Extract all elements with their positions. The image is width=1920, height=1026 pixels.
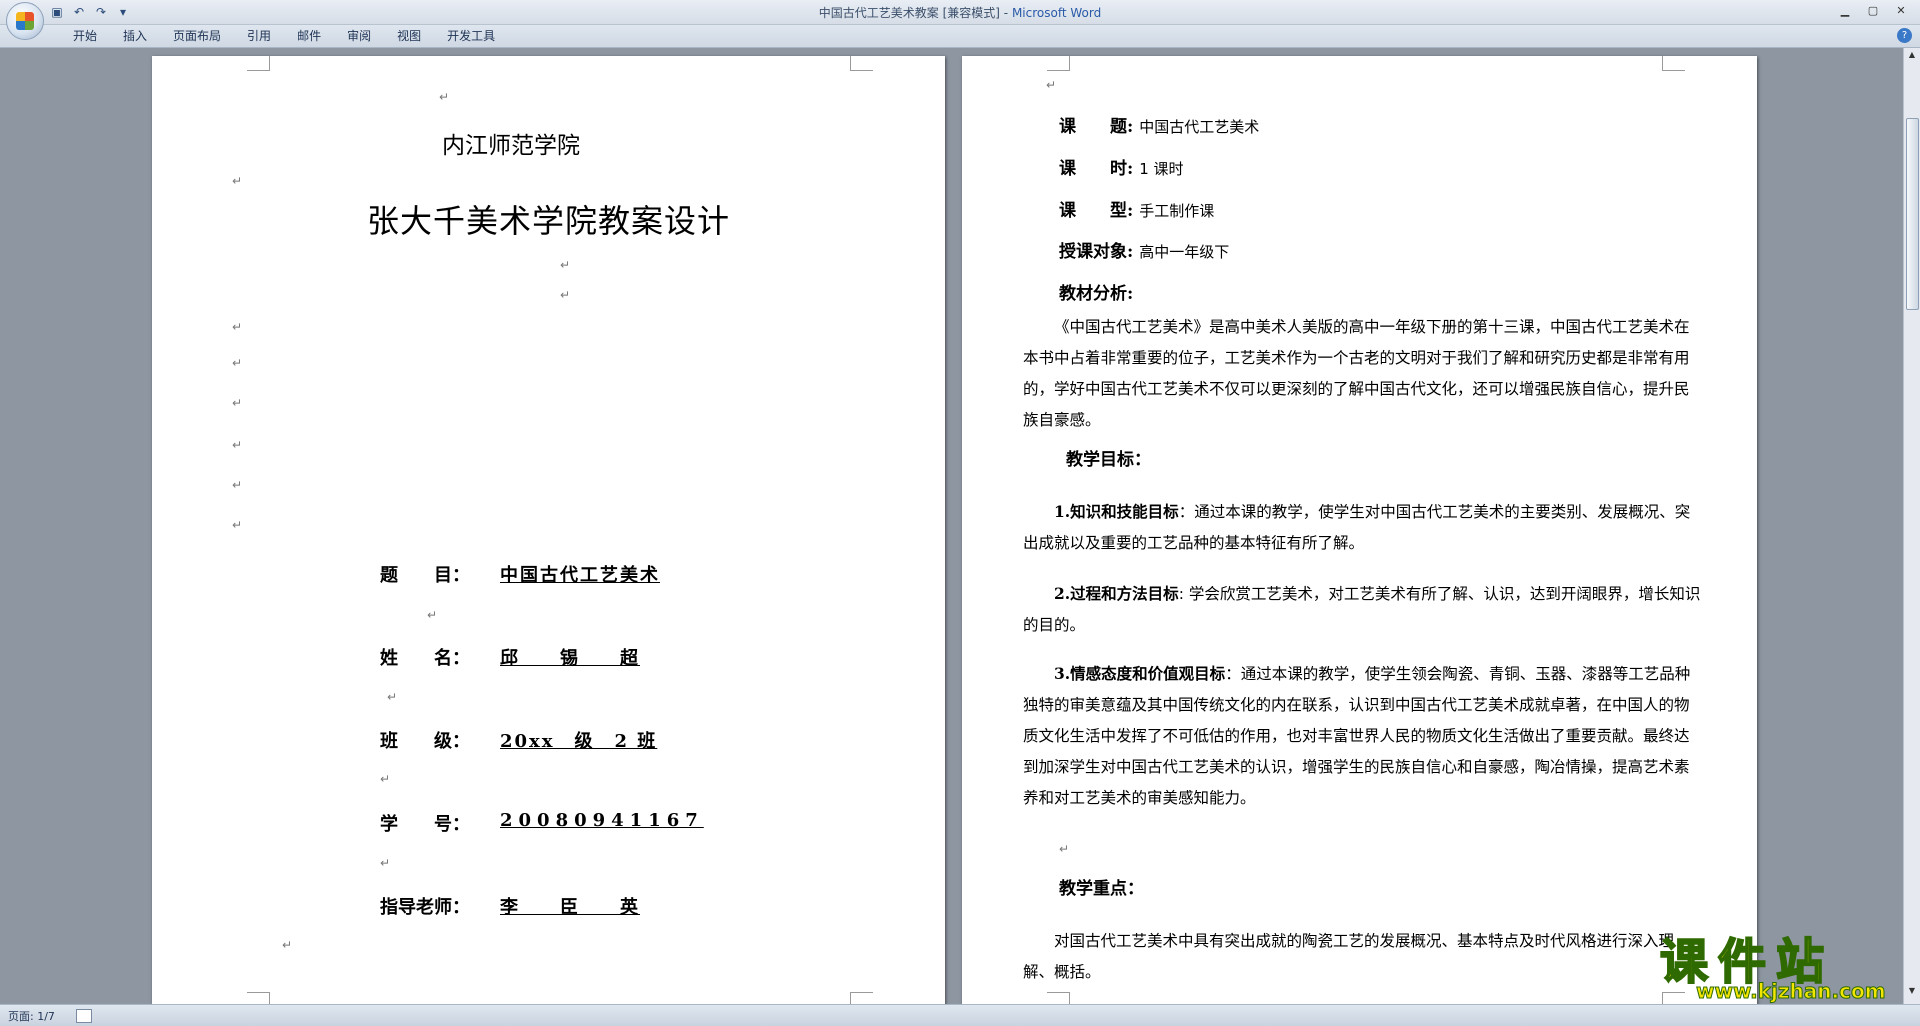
document-title: 张大千美术学院教案设计 (367, 202, 731, 240)
watermark-url: www.kjzhan.com (1696, 979, 1887, 1004)
tab-insert[interactable]: 插入 (110, 28, 160, 45)
vertical-scrollbar[interactable]: ▲ ▼ (1903, 48, 1920, 1004)
goal-2-label: 2.过程和方法目标 (1054, 584, 1179, 603)
scroll-up-icon[interactable]: ▲ (1906, 50, 1918, 64)
field-label-class: 班 级： (380, 731, 470, 752)
crop-mark (850, 992, 873, 1004)
proofing-icon[interactable] (76, 1009, 92, 1023)
paragraph-mark: ↵ (387, 690, 398, 704)
field-label-student-id: 学 号： (380, 814, 470, 835)
tab-review[interactable]: 审阅 (334, 28, 384, 45)
goal-3-text: ：通过本课的教学，使学生领会陶瓷、青铜、玉器、漆器等工艺品种独特的审美意蕴及其中… (1023, 665, 1691, 807)
paragraph-mark: ↵ (380, 772, 391, 786)
paragraph-mark: ↵ (232, 396, 243, 410)
paragraph-mark: ↵ (232, 518, 243, 532)
paragraph-mark: ↵ (439, 90, 450, 104)
tab-mailings[interactable]: 邮件 (284, 28, 334, 45)
status-bar: 页面: 1/7 (0, 1004, 1920, 1026)
paragraph-mark: ↵ (232, 356, 243, 370)
school-name: 内江师范学院 (442, 133, 580, 159)
focus-paragraph: 对国古代工艺美术中具有突出成就的陶瓷工艺的发展概况、基本特点及时代风格进行深入理… (1023, 932, 1675, 981)
page-1[interactable]: ↵ 内江师范学院 ↵ 张大千美术学院教案设计 ↵ ↵ ↵ ↵ ↵ ↵ ↵ ↵ 题… (152, 56, 945, 1004)
analysis-paragraph: 《中国古代工艺美术》是高中美术人美版的高中一年级下册的第十三课，中国古代工艺美术… (1023, 318, 1690, 429)
goals-heading: 教学目标： (1066, 450, 1151, 470)
maximize-icon[interactable]: ▢ (1860, 1, 1886, 19)
window-title: 中国古代工艺美术教案 [兼容模式] - Microsoft Word (0, 4, 1920, 21)
goal-2-paragraph: 2.过程和方法目标: 学会欣赏工艺美术，对工艺美术有所了解、认识，达到开阔眼界，… (1023, 578, 1703, 641)
tab-references[interactable]: 引用 (234, 28, 284, 45)
ribbon-tabs: 开始 插入 页面布局 引用 邮件 审阅 视图 开发工具 (60, 28, 508, 45)
paragraph-mark: ↵ (560, 288, 571, 302)
course-hours-value: 1 课时 (1139, 160, 1184, 178)
course-type-row: 课 型: 手工制作课 (1059, 196, 1214, 221)
paragraph-mark: ↵ (232, 478, 243, 492)
office-button[interactable] (6, 2, 44, 40)
office-logo-icon (16, 12, 34, 30)
course-type-value: 手工制作课 (1139, 202, 1215, 220)
field-value-class: 20xx 级 2 班 (500, 731, 658, 752)
crop-mark (247, 56, 270, 71)
minimize-icon[interactable]: ▁ (1832, 1, 1858, 19)
field-value-title: 中国古代工艺美术 (500, 565, 660, 586)
course-hours-label: 课 时: (1059, 159, 1134, 179)
paragraph-mark: ↵ (232, 438, 243, 452)
course-title-value: 中国古代工艺美术 (1139, 118, 1260, 136)
field-label-name: 姓 名： (380, 648, 470, 669)
paragraph-mark: ↵ (1059, 842, 1070, 856)
window-controls: ▁ ▢ ✕ (1832, 1, 1914, 19)
course-title-row: 课 题: 中国古代工艺美术 (1059, 112, 1259, 137)
crop-mark (1047, 992, 1070, 1004)
paragraph-mark: ↵ (560, 258, 571, 272)
app-name: Microsoft Word (1011, 6, 1102, 20)
tab-developer[interactable]: 开发工具 (434, 28, 508, 45)
goal-1-label: 1.知识和技能目标 (1054, 502, 1179, 521)
ribbon-tabs-bar: 开始 插入 页面布局 引用 邮件 审阅 视图 开发工具 ? (0, 25, 1920, 48)
page-count-status[interactable]: 页面: 1/7 (8, 1008, 55, 1024)
focus-heading: 教学重点： (1059, 879, 1144, 899)
page-2[interactable]: ↵ 课 题: 中国古代工艺美术 课 时: 1 课时 课 型: 手工制作课 授课对… (962, 56, 1757, 1004)
field-label-advisor: 指导老师： (380, 897, 470, 918)
watermark: 课件站 www.kjzhan.com (1659, 922, 1900, 1006)
course-hours-row: 课 时: 1 课时 (1059, 154, 1184, 179)
audience-row: 授课对象: 高中一年级下 (1059, 237, 1229, 262)
scroll-thumb[interactable] (1906, 118, 1919, 310)
analysis-heading: 教材分析: (1059, 284, 1134, 304)
document-name: 中国古代工艺美术教案 [兼容模式] (818, 6, 1000, 20)
paragraph-mark: ↵ (232, 174, 243, 188)
field-label-title: 题 目： (380, 565, 470, 586)
crop-mark (1047, 56, 1070, 71)
goal-1-paragraph: 1.知识和技能目标：通过本课的教学，使学生对中国古代工艺美术的主要类别、发展概况… (1023, 496, 1703, 559)
audience-value: 高中一年级下 (1139, 243, 1230, 261)
tab-page-layout[interactable]: 页面布局 (160, 28, 234, 45)
tab-home[interactable]: 开始 (60, 28, 110, 45)
goal-3-paragraph: 3.情感态度和价值观目标：通过本课的教学，使学生领会陶瓷、青铜、玉器、漆器等工艺… (1023, 658, 1703, 814)
paragraph-mark: ↵ (427, 608, 438, 622)
crop-mark (850, 56, 873, 71)
paragraph-mark: ↵ (380, 856, 391, 870)
field-value-name: 邱 锡 超 (500, 648, 640, 669)
crop-mark (247, 992, 270, 1004)
field-value-advisor: 李 臣 英 (500, 897, 640, 918)
course-type-label: 课 型: (1059, 201, 1134, 221)
close-icon[interactable]: ✕ (1888, 1, 1914, 19)
course-title-label: 课 题: (1059, 117, 1134, 137)
document-area[interactable]: ↵ 内江师范学院 ↵ 张大千美术学院教案设计 ↵ ↵ ↵ ↵ ↵ ↵ ↵ ↵ 题… (0, 48, 1904, 1004)
help-icon[interactable]: ? (1897, 28, 1912, 43)
field-value-student-id: 20080941167 (500, 810, 704, 831)
title-bar: ▣ ↶ ↷ ▾ 中国古代工艺美术教案 [兼容模式] - Microsoft Wo… (0, 0, 1920, 25)
paragraph-mark: ↵ (282, 938, 293, 952)
title-separator: - (999, 6, 1012, 20)
audience-label: 授课对象: (1059, 242, 1134, 262)
tab-view[interactable]: 视图 (384, 28, 434, 45)
goal-3-label: 3.情感态度和价值观目标 (1054, 664, 1226, 683)
scroll-down-icon[interactable]: ▼ (1906, 986, 1918, 1000)
paragraph-mark: ↵ (232, 320, 243, 334)
paragraph-mark: ↵ (1046, 78, 1057, 92)
crop-mark (1662, 56, 1685, 71)
